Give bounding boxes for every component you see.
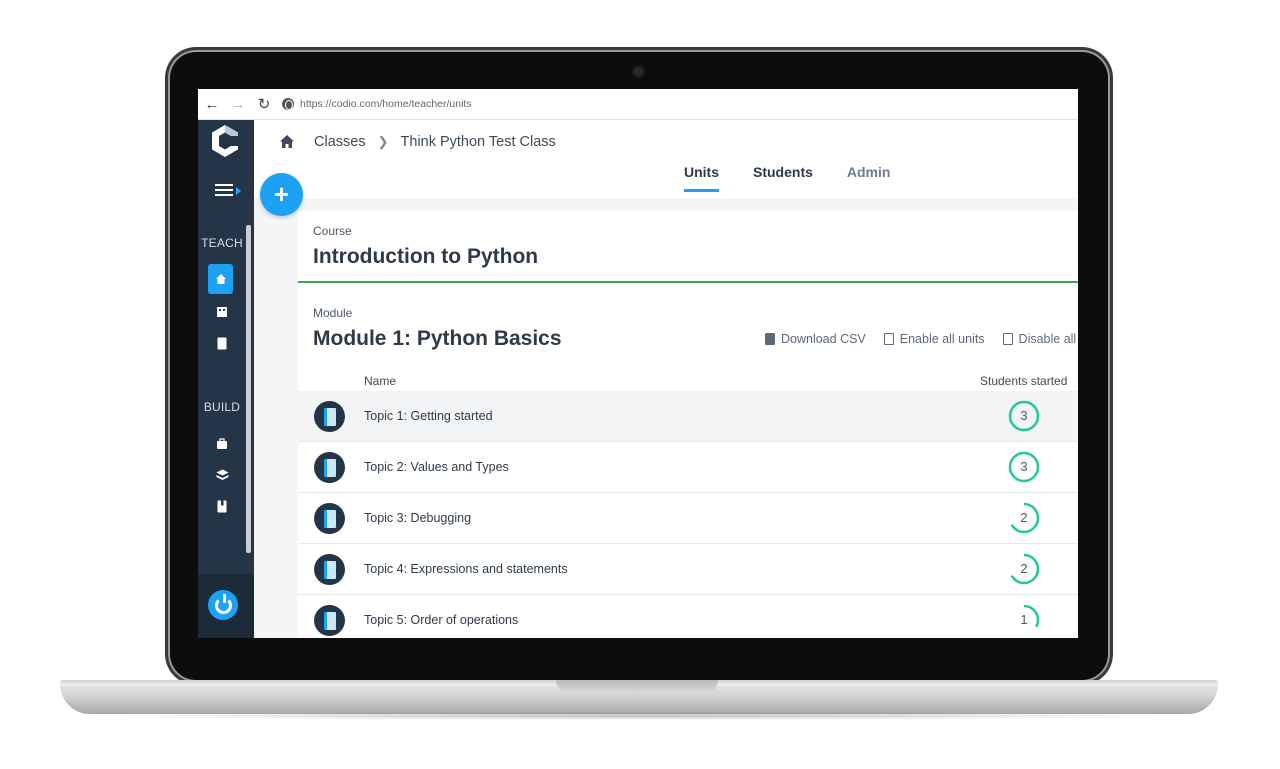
- students-started-count: 1: [1020, 612, 1028, 627]
- sidebar-scrollbar[interactable]: [246, 225, 251, 553]
- download-csv-label: Download CSV: [781, 332, 866, 346]
- library-nav-icon[interactable]: [211, 332, 233, 354]
- home-nav-icon[interactable]: [208, 264, 233, 294]
- units-panel: Course Introduction to Python Module Mod…: [298, 211, 1078, 638]
- book-icon: [314, 401, 345, 432]
- stacks-nav-icon[interactable]: [211, 464, 233, 486]
- column-header-students-started: Students started: [980, 374, 1068, 388]
- main-content: Course Introduction to Python Module Mod…: [254, 198, 1078, 638]
- course-label: Course: [313, 224, 352, 238]
- students-started-count: 2: [1020, 510, 1028, 525]
- table-row[interactable]: Topic 5: Order of operations 1: [298, 595, 1078, 638]
- laptop-notch: [556, 680, 718, 692]
- screen: ← → ↻ https://codio.com/home/teacher/uni…: [198, 89, 1078, 638]
- power-section: [198, 574, 254, 638]
- disable-all-units-button[interactable]: Disable all u: [1002, 332, 1078, 346]
- chevron-right-icon: ❯: [377, 134, 389, 149]
- power-icon[interactable]: [208, 590, 238, 620]
- module-label: Module: [313, 306, 353, 320]
- codio-logo-icon[interactable]: [211, 124, 239, 158]
- students-started-count: 3: [1020, 408, 1028, 423]
- webcam: [634, 67, 643, 76]
- unit-name[interactable]: Topic 4: Expressions and statements: [364, 562, 568, 576]
- table-row[interactable]: Topic 3: Debugging 2: [298, 493, 1078, 544]
- courses-nav-icon[interactable]: [211, 495, 233, 517]
- breadcrumb-classes[interactable]: Classes: [314, 134, 366, 150]
- address-bar[interactable]: https://codio.com/home/teacher/units: [300, 98, 472, 110]
- checkbox-icon: [883, 333, 894, 345]
- teach-section-label: TEACH: [201, 236, 243, 250]
- menu-toggle-icon[interactable]: [215, 183, 241, 197]
- tab-students[interactable]: Students: [753, 164, 813, 192]
- book-icon: [314, 452, 345, 483]
- module-title: Module 1: Python Basics: [313, 327, 562, 350]
- back-arrow-icon[interactable]: ←: [200, 92, 224, 116]
- book-icon: [314, 605, 345, 636]
- table-row[interactable]: Topic 2: Values and Types 3: [298, 442, 1078, 493]
- browser-toolbar: ← → ↻ https://codio.com/home/teacher/uni…: [198, 89, 1078, 120]
- breadcrumb-class-name: Think Python Test Class: [400, 134, 556, 150]
- add-button[interactable]: +: [260, 173, 303, 216]
- book-icon: [314, 503, 345, 534]
- students-started-count: 2: [1020, 561, 1028, 576]
- home-icon[interactable]: [278, 133, 296, 151]
- download-csv-button[interactable]: Download CSV: [765, 332, 866, 346]
- laptop-shadow: [80, 712, 1200, 720]
- download-icon: [765, 333, 775, 345]
- unit-name[interactable]: Topic 5: Order of operations: [364, 613, 518, 627]
- table-row[interactable]: Topic 4: Expressions and statements 2: [298, 544, 1078, 595]
- unit-name[interactable]: Topic 2: Values and Types: [364, 460, 509, 474]
- students-started-count: 3: [1020, 459, 1028, 474]
- page-header: Classes ❯ Think Python Test Class Units …: [254, 120, 1078, 198]
- course-section: Course Introduction to Python: [298, 211, 1078, 283]
- projects-nav-icon[interactable]: [211, 433, 233, 455]
- tab-admin[interactable]: Admin: [847, 164, 891, 192]
- unit-name[interactable]: Topic 3: Debugging: [364, 511, 471, 525]
- classes-nav-icon[interactable]: [211, 301, 233, 323]
- laptop-frame: ← → ↻ https://codio.com/home/teacher/uni…: [0, 0, 1280, 769]
- header-tabs: Units Students Admin: [684, 164, 924, 192]
- app-sidebar: TEACH BUILD: [198, 120, 254, 638]
- tab-units[interactable]: Units: [684, 164, 719, 192]
- copy-icon: [1002, 333, 1013, 345]
- book-icon: [314, 554, 345, 585]
- build-section-label: BUILD: [203, 400, 241, 414]
- enable-all-label: Enable all units: [899, 332, 985, 346]
- module-actions: Download CSV Enable all units Disable al…: [765, 332, 1078, 346]
- forward-arrow-icon[interactable]: →: [226, 92, 250, 116]
- column-header-name: Name: [364, 374, 397, 388]
- reload-icon[interactable]: ↻: [252, 92, 276, 116]
- course-title: Introduction to Python: [313, 245, 539, 268]
- table-row[interactable]: Topic 1: Getting started 3: [298, 391, 1078, 442]
- enable-all-units-button[interactable]: Enable all units: [883, 332, 985, 346]
- globe-icon: [282, 98, 294, 110]
- breadcrumb: Classes ❯ Think Python Test Class: [314, 134, 556, 150]
- disable-all-label: Disable all u: [1018, 332, 1078, 346]
- unit-name[interactable]: Topic 1: Getting started: [364, 409, 493, 423]
